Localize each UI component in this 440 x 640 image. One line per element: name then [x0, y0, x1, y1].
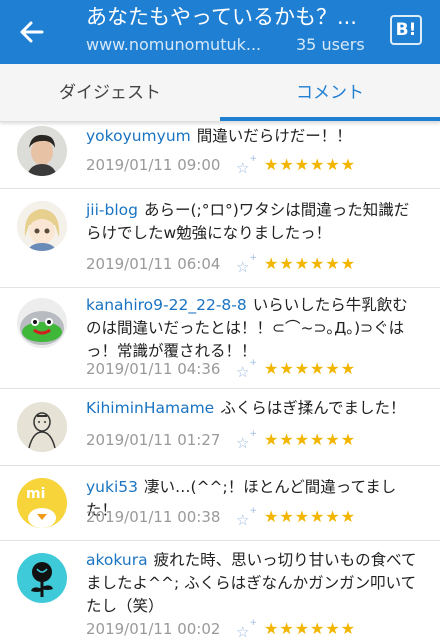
- comment-date[interactable]: 2019/01/11 09:00: [86, 154, 220, 176]
- comment-body: KihiminHamame ふくらはぎ揉んでました！: [86, 397, 422, 420]
- avatar[interactable]: [17, 402, 67, 452]
- page-url[interactable]: www.nomunomutuk...: [86, 34, 281, 56]
- add-star-icon[interactable]: ☆+: [236, 358, 257, 383]
- tab-bar: ダイジェスト コメント: [0, 64, 440, 122]
- star-rating: ★★★★★★: [264, 507, 357, 526]
- comment-date[interactable]: 2019/01/11 04:36: [86, 358, 220, 380]
- comment-body: kanahiro9-22_22-8-8 いらいしたら牛乳飲むのは間違いだったとは！…: [86, 294, 422, 363]
- comment-text: ふくらはぎ揉んでました！: [220, 399, 406, 417]
- black-rose-icon: [17, 553, 67, 603]
- comment-date[interactable]: 2019/01/11 00:38: [86, 506, 220, 528]
- star-rating: ★★★★★★: [264, 619, 357, 638]
- comment-user[interactable]: akokura: [86, 551, 148, 569]
- list-item: jii-blog あらー(;°ロ°)ワタシは間違った知識だらけでしたw勉強になりま…: [0, 189, 440, 287]
- app-header: あなたもやっているかも？... www.nomunomutuk... 35 us…: [0, 0, 440, 64]
- ink-drawing-icon: [17, 402, 67, 452]
- star-rating: ★★★★★★: [264, 359, 357, 378]
- comment-body: yokoyumyum 間違いだらけだー！！: [86, 125, 422, 148]
- star-rating: ★★★★★★: [264, 430, 357, 449]
- green-blob-icon: [17, 298, 67, 348]
- list-item: mi yuki53 凄い…(^^;！ほとんど間違ってました！ 2019/01/11…: [0, 466, 440, 540]
- comment-user[interactable]: yuki53: [86, 478, 138, 496]
- add-star-icon[interactable]: ☆+: [236, 253, 257, 278]
- tab-indicator: [220, 117, 440, 121]
- add-star-icon[interactable]: ☆+: [236, 429, 257, 454]
- avatar[interactable]: [17, 553, 67, 603]
- page-title: あなたもやっているかも？...: [86, 5, 357, 29]
- list-item: kanahiro9-22_22-8-8 いらいしたら牛乳飲むのは間違いだったとは！…: [0, 288, 440, 388]
- comment-list[interactable]: yokoyumyum 間違いだらけだー！！ 2019/01/11 09:00 ☆+…: [0, 122, 440, 640]
- comment-user[interactable]: jii-blog: [86, 201, 138, 219]
- anime-girl-icon: [17, 201, 67, 251]
- avatar[interactable]: mi: [17, 478, 67, 528]
- comment-date[interactable]: 2019/01/11 00:02: [86, 618, 220, 640]
- page-subline: www.nomunomutuk... 35 users: [86, 34, 386, 56]
- tab-comments[interactable]: コメント: [220, 64, 440, 122]
- list-item: akokura 疲れた時、思いっ切り甘いもの食べてましたよ^^; ふくらはぎなんか…: [0, 541, 440, 640]
- comment-user[interactable]: yokoyumyum: [86, 127, 191, 145]
- comment-date[interactable]: 2019/01/11 01:27: [86, 429, 220, 451]
- list-item: KihiminHamame ふくらはぎ揉んでました！ 2019/01/11 01:…: [0, 389, 440, 465]
- add-star-icon[interactable]: ☆+: [236, 506, 257, 531]
- users-count[interactable]: 35 users: [296, 34, 365, 56]
- avatar[interactable]: [17, 298, 67, 348]
- comment-user[interactable]: KihiminHamame: [86, 399, 214, 417]
- bookmark-icon[interactable]: B!: [390, 15, 422, 45]
- avatar[interactable]: [17, 126, 67, 176]
- svg-text:mi: mi: [26, 486, 45, 502]
- tab-digest[interactable]: ダイジェスト: [0, 64, 220, 122]
- avatar[interactable]: [17, 201, 67, 251]
- star-rating: ★★★★★★: [264, 254, 357, 273]
- yellow-bird-icon: mi: [17, 478, 67, 528]
- add-star-icon[interactable]: ☆+: [236, 154, 257, 179]
- comment-date[interactable]: 2019/01/11 06:04: [86, 253, 220, 275]
- list-item: yokoyumyum 間違いだらけだー！！ 2019/01/11 09:00 ☆+…: [0, 122, 440, 188]
- comment-user[interactable]: kanahiro9-22_22-8-8: [86, 296, 247, 314]
- person-photo-icon: [17, 126, 67, 176]
- arrow-left-icon: [20, 21, 44, 43]
- comment-text: 間違いだらけだー！！: [196, 127, 352, 145]
- add-star-icon[interactable]: ☆+: [236, 618, 257, 640]
- comment-body: jii-blog あらー(;°ロ°)ワタシは間違った知識だらけでしたw勉強になりま…: [86, 199, 422, 245]
- star-rating: ★★★★★★: [264, 155, 357, 174]
- comment-body: akokura 疲れた時、思いっ切り甘いもの食べてましたよ^^; ふくらはぎなんか…: [86, 549, 422, 618]
- back-button[interactable]: [14, 14, 50, 50]
